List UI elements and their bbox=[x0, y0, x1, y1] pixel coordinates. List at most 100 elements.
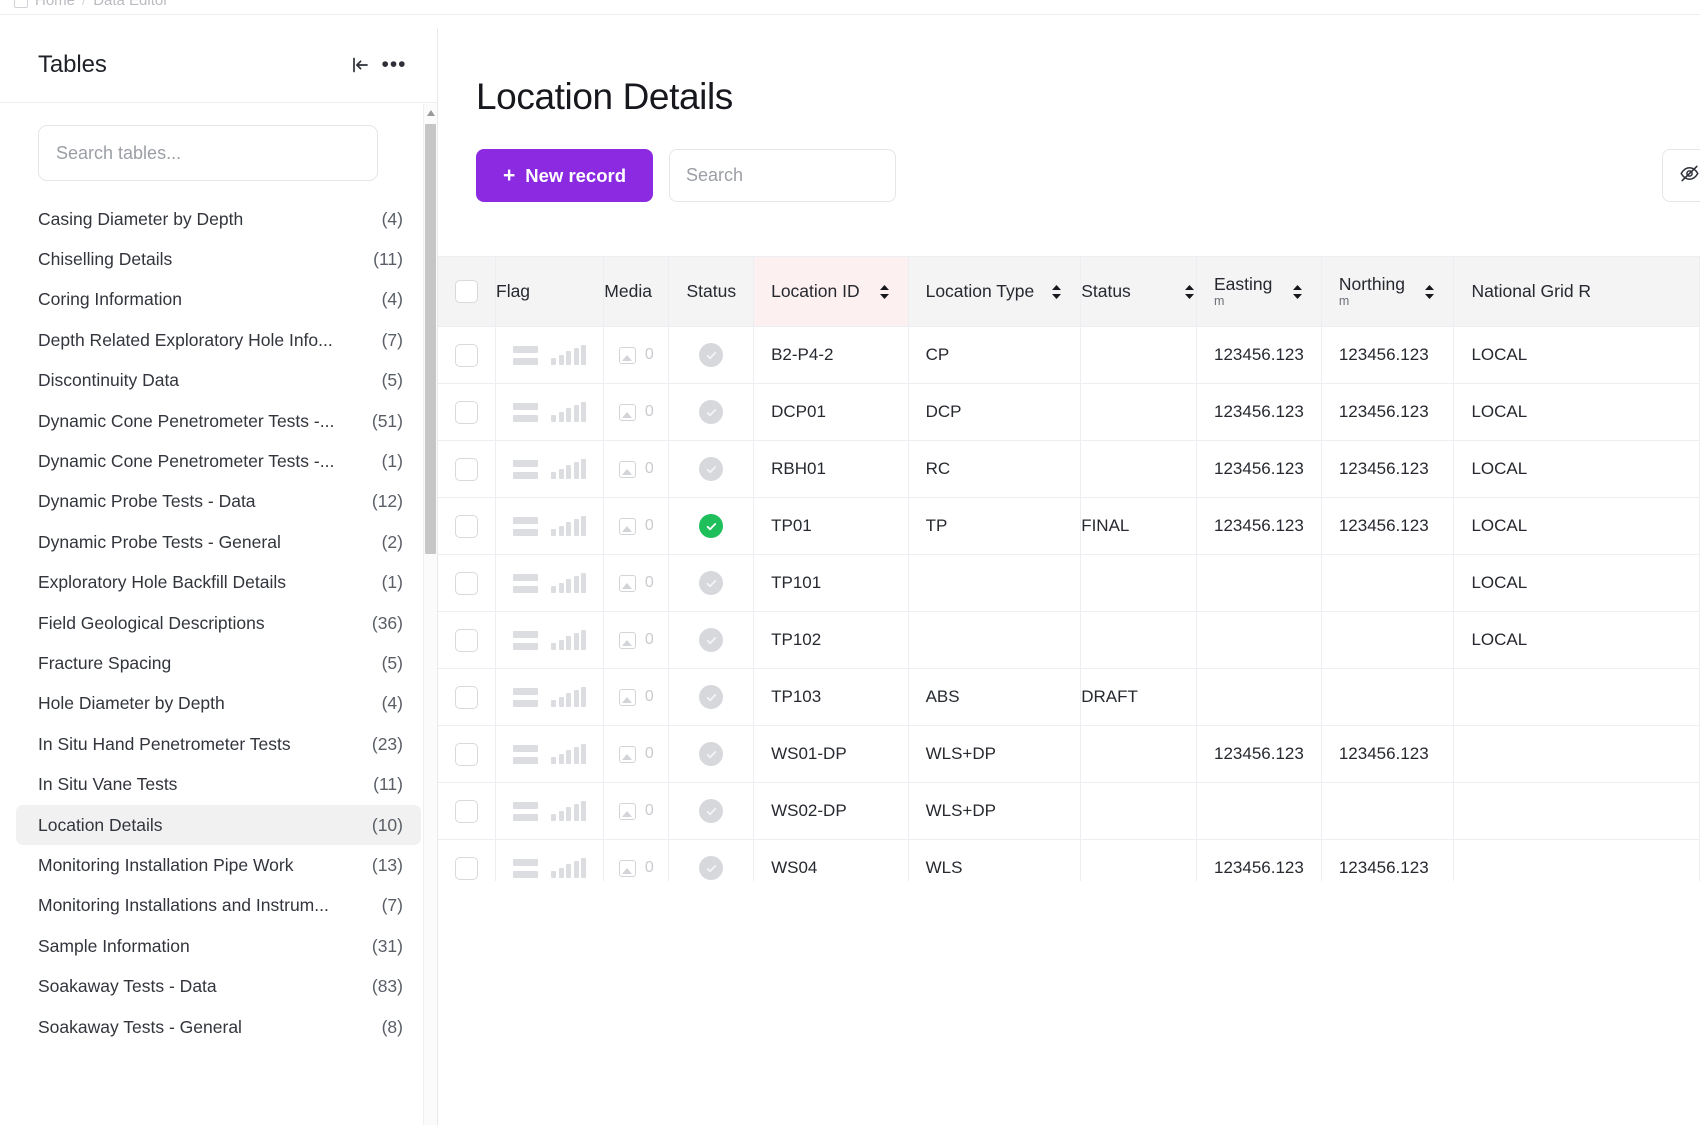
cell-national_grid[interactable]: LOCAL bbox=[1453, 440, 1700, 498]
cell-location_id[interactable]: TP103 bbox=[753, 668, 909, 726]
status-check-icon[interactable] bbox=[699, 685, 724, 709]
sort-icon[interactable] bbox=[878, 284, 891, 300]
list-bars-icon[interactable] bbox=[513, 744, 539, 764]
cell-location_type[interactable]: ABS bbox=[908, 668, 1082, 726]
cell-status_icon[interactable] bbox=[668, 554, 755, 612]
list-bars-icon[interactable] bbox=[513, 345, 539, 365]
table-list-item[interactable]: Discontinuity Data (5) bbox=[16, 361, 421, 401]
breadcrumb-home[interactable]: Home bbox=[35, 0, 75, 9]
cell-status_icon[interactable] bbox=[668, 725, 755, 783]
cell-select[interactable] bbox=[438, 839, 496, 881]
cell-media[interactable]: 0 bbox=[603, 383, 670, 441]
cell-select[interactable] bbox=[438, 440, 496, 498]
cell-flag[interactable] bbox=[495, 326, 605, 384]
table-list-item[interactable]: Field Geological Descriptions (36) bbox=[16, 603, 421, 643]
table-list-item[interactable]: Hole Diameter by Depth (4) bbox=[16, 684, 421, 724]
table-list-item[interactable]: Sample Information (31) bbox=[16, 926, 421, 966]
cell-status_icon[interactable] bbox=[668, 839, 755, 881]
table-list-item[interactable]: Soakaway Tests - Data (83) bbox=[16, 966, 421, 1006]
cell-status[interactable] bbox=[1080, 326, 1197, 384]
cell-location_id[interactable]: WS01-DP bbox=[753, 725, 909, 783]
cell-northing[interactable]: 123456.123 bbox=[1321, 725, 1455, 783]
cell-easting[interactable] bbox=[1196, 782, 1322, 840]
sort-icon[interactable] bbox=[1050, 284, 1063, 300]
cell-northing[interactable]: 123456.123 bbox=[1321, 497, 1455, 555]
cell-select[interactable] bbox=[438, 668, 496, 726]
cell-status[interactable] bbox=[1080, 725, 1197, 783]
table-row[interactable]: 0 B2-P4-2 CP 123456.123 123456.123 LOCAL bbox=[438, 326, 1700, 384]
cell-status[interactable] bbox=[1080, 611, 1197, 669]
table-list-item[interactable]: Exploratory Hole Backfill Details (1) bbox=[16, 563, 421, 603]
signal-bars-icon[interactable] bbox=[551, 687, 587, 707]
cell-easting[interactable]: 123456.123 bbox=[1196, 839, 1322, 881]
cell-flag[interactable] bbox=[495, 725, 605, 783]
cell-status_icon[interactable] bbox=[668, 497, 755, 555]
cell-location_type[interactable]: WLS+DP bbox=[908, 725, 1082, 783]
hide-fields-button[interactable] bbox=[1662, 149, 1700, 202]
cell-flag[interactable] bbox=[495, 497, 605, 555]
cell-easting[interactable]: 123456.123 bbox=[1196, 383, 1322, 441]
row-checkbox[interactable] bbox=[455, 514, 478, 538]
cell-flag[interactable] bbox=[495, 839, 605, 881]
signal-bars-icon[interactable] bbox=[551, 744, 587, 764]
cell-location_id[interactable]: RBH01 bbox=[753, 440, 909, 498]
cell-select[interactable] bbox=[438, 326, 496, 384]
signal-bars-icon[interactable] bbox=[551, 573, 587, 593]
cell-media[interactable]: 0 bbox=[603, 839, 670, 881]
sidebar-scrollbar[interactable] bbox=[423, 104, 437, 1125]
cell-location_id[interactable]: DCP01 bbox=[753, 383, 909, 441]
table-list-item[interactable]: Chiselling Details (11) bbox=[16, 239, 421, 279]
table-list-item[interactable]: Dynamic Probe Tests - Data (12) bbox=[16, 482, 421, 522]
list-bars-icon[interactable] bbox=[513, 402, 539, 422]
status-check-icon[interactable] bbox=[699, 400, 724, 424]
table-list-item[interactable]: In Situ Hand Penetrometer Tests (23) bbox=[16, 724, 421, 764]
status-check-icon[interactable] bbox=[699, 514, 724, 538]
cell-status_icon[interactable] bbox=[668, 668, 755, 726]
cell-national_grid[interactable]: LOCAL bbox=[1453, 383, 1700, 441]
table-row[interactable]: 0 DCP01 DCP 123456.123 123456.123 LOCAL bbox=[438, 383, 1700, 441]
column-header-location_id[interactable]: Location ID bbox=[753, 256, 909, 327]
row-checkbox[interactable] bbox=[455, 742, 478, 766]
cell-media[interactable]: 0 bbox=[603, 782, 670, 840]
cell-national_grid[interactable]: LOCAL bbox=[1453, 554, 1700, 612]
cell-status_icon[interactable] bbox=[668, 383, 755, 441]
cell-national_grid[interactable]: LOCAL bbox=[1453, 326, 1700, 384]
column-header-location_type[interactable]: Location Type bbox=[908, 256, 1082, 327]
sort-icon[interactable] bbox=[1183, 284, 1196, 300]
table-list-item[interactable]: Dynamic Cone Penetrometer Tests -... (1) bbox=[16, 441, 421, 481]
status-check-icon[interactable] bbox=[699, 343, 724, 367]
cell-location_type[interactable]: WLS+DP bbox=[908, 782, 1082, 840]
table-list-item[interactable]: Location Details (10) bbox=[16, 804, 421, 846]
cell-location_id[interactable]: B2-P4-2 bbox=[753, 326, 909, 384]
list-bars-icon[interactable] bbox=[513, 687, 539, 707]
cell-select[interactable] bbox=[438, 611, 496, 669]
cell-status_icon[interactable] bbox=[668, 440, 755, 498]
table-row[interactable]: 0 RBH01 RC 123456.123 123456.123 LOCAL bbox=[438, 440, 1700, 498]
table-list-item[interactable]: Casing Diameter by Depth (4) bbox=[16, 199, 421, 239]
cell-select[interactable] bbox=[438, 497, 496, 555]
cell-northing[interactable] bbox=[1321, 668, 1455, 726]
signal-bars-icon[interactable] bbox=[551, 345, 587, 365]
cell-select[interactable] bbox=[438, 782, 496, 840]
table-list-item[interactable]: Dynamic Probe Tests - General (2) bbox=[16, 522, 421, 562]
cell-location_type[interactable] bbox=[908, 611, 1082, 669]
cell-easting[interactable] bbox=[1196, 554, 1322, 612]
cell-flag[interactable] bbox=[495, 611, 605, 669]
table-row[interactable]: 0 TP01 TP FINAL 123456.123 123456.123 LOCAL bbox=[438, 497, 1700, 555]
table-list-item[interactable]: Depth Related Exploratory Hole Info... (7… bbox=[16, 320, 421, 360]
cell-northing[interactable]: 123456.123 bbox=[1321, 839, 1455, 881]
cell-easting[interactable]: 123456.123 bbox=[1196, 497, 1322, 555]
cell-national_grid[interactable] bbox=[1453, 668, 1700, 726]
cell-location_id[interactable]: TP01 bbox=[753, 497, 909, 555]
cell-media[interactable]: 0 bbox=[603, 554, 670, 612]
cell-flag[interactable] bbox=[495, 440, 605, 498]
table-list-item[interactable]: Dynamic Cone Penetrometer Tests -... (51) bbox=[16, 401, 421, 441]
cell-flag[interactable] bbox=[495, 782, 605, 840]
row-checkbox[interactable] bbox=[455, 457, 478, 481]
cell-location_id[interactable]: TP102 bbox=[753, 611, 909, 669]
column-header-easting[interactable]: Easting m bbox=[1196, 256, 1322, 327]
status-check-icon[interactable] bbox=[699, 628, 724, 652]
table-row[interactable]: 0 TP102 LOCAL bbox=[438, 611, 1700, 669]
signal-bars-icon[interactable] bbox=[551, 402, 587, 422]
cell-location_type[interactable]: DCP bbox=[908, 383, 1082, 441]
